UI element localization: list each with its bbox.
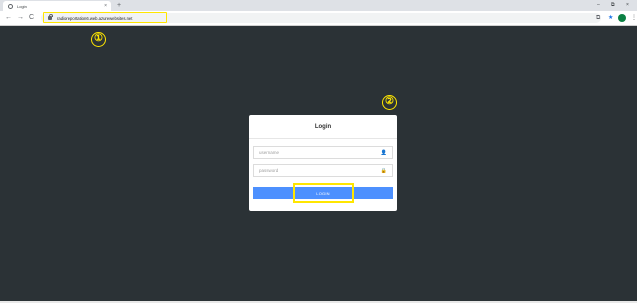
callout-1: ①: [91, 32, 106, 47]
username-field[interactable]: 👤: [253, 146, 393, 159]
password-field[interactable]: 🔒: [253, 164, 393, 177]
browser-tab[interactable]: Login ×: [3, 1, 111, 11]
username-input[interactable]: [254, 147, 379, 158]
profile-avatar[interactable]: [618, 14, 626, 22]
browser-menu-icon[interactable]: ⋮: [631, 14, 637, 22]
close-tab-icon[interactable]: ×: [104, 3, 107, 9]
extension-icon[interactable]: ⧉: [596, 14, 600, 22]
url-highlight-box: [43, 12, 167, 23]
login-title: Login: [314, 124, 332, 130]
close-window-button[interactable]: ×: [626, 1, 629, 9]
card-divider: [249, 138, 397, 139]
back-button[interactable]: ←: [5, 13, 12, 23]
reload-button[interactable]: C: [29, 13, 34, 23]
tab-title: Login: [17, 3, 27, 9]
new-tab-button[interactable]: +: [117, 1, 121, 10]
user-icon: 👤: [380, 149, 387, 156]
minimize-window-button[interactable]: –: [597, 1, 600, 9]
browser-tab-strip: Login × + – ⧉ ×: [0, 0, 637, 11]
maximize-window-button[interactable]: ⧉: [611, 1, 615, 9]
lock-icon: 🔒: [380, 167, 387, 174]
password-input[interactable]: [254, 165, 379, 176]
callout-2: ②: [382, 95, 397, 110]
forward-button[interactable]: →: [17, 13, 24, 23]
bookmark-star-icon[interactable]: ★: [608, 14, 613, 22]
globe-icon: [8, 3, 13, 9]
login-button-highlight-box: [293, 183, 354, 203]
